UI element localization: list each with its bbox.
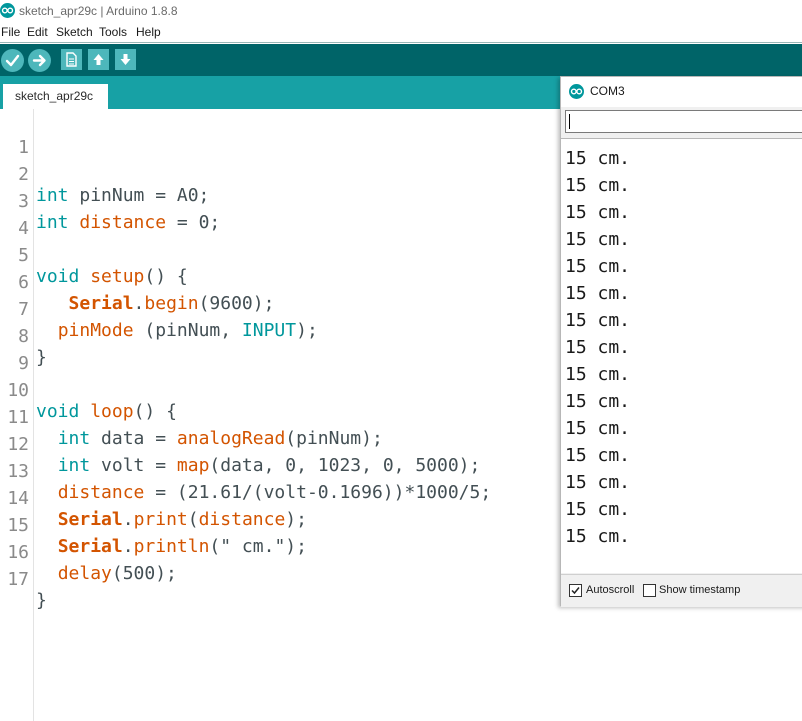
serial-output-line: 15 cm.: [565, 283, 631, 304]
toolbar: [0, 44, 802, 76]
serial-output-line: 15 cm.: [565, 391, 631, 412]
autoscroll-label[interactable]: Autoscroll: [586, 584, 634, 596]
arduino-logo-icon: [0, 3, 15, 18]
menu-bar: File Edit Sketch Tools Help: [0, 24, 802, 43]
tab-sketch[interactable]: sketch_apr29c: [3, 84, 108, 109]
serial-output-line: 15 cm.: [565, 418, 631, 439]
code-line: 14 Serial.print(distance);: [0, 467, 560, 530]
serial-output-line: 15 cm.: [565, 337, 631, 358]
serial-output-line: 15 cm.: [565, 148, 631, 169]
checkmark-icon: [571, 587, 580, 595]
serial-output-line: 15 cm.: [565, 526, 631, 547]
verify-button[interactable]: [1, 49, 24, 72]
code-line: 12 int volt = map(data, 0, 1023, 0, 5000…: [0, 413, 560, 476]
show-timestamp-label[interactable]: Show timestamp: [659, 584, 740, 596]
code-line: 13 distance = (21.61/(volt-0.1696))*1000…: [0, 440, 560, 503]
text-caret: [569, 114, 570, 129]
code-line: 7 pinMode (pinNum, INPUT);: [0, 278, 560, 341]
title-bar: sketch_apr29c | Arduino 1.8.8: [0, 0, 802, 24]
tab-label: sketch_apr29c: [15, 89, 94, 103]
window-title: sketch_apr29c | Arduino 1.8.8: [19, 4, 178, 18]
code-line: 15 Serial.println(" cm.");: [0, 494, 560, 557]
serial-port-title: COM3: [590, 84, 625, 98]
serial-output-line: 15 cm.: [565, 202, 631, 223]
open-arrow-up-icon: [93, 54, 104, 65]
code-line: 2 int pinNum = A0;: [0, 143, 560, 206]
serial-monitor-titlebar[interactable]: COM3: [561, 77, 802, 107]
serial-send-input[interactable]: [565, 110, 802, 133]
code-line: 10 void loop() {: [0, 359, 560, 422]
menu-help[interactable]: Help: [136, 25, 161, 39]
serial-output-line: 15 cm.: [565, 310, 631, 331]
line-number: 17: [7, 569, 29, 590]
code-line: 4: [0, 197, 560, 239]
serial-output-line: 15 cm.: [565, 256, 631, 277]
code-line: 8 }: [0, 305, 560, 368]
menu-edit[interactable]: Edit: [27, 25, 48, 39]
code-line: 6 Serial.begin(9600);: [0, 251, 560, 314]
serial-output-line: 15 cm.: [565, 175, 631, 196]
code-line: 3 int distance = 0;: [0, 170, 560, 233]
code-line: 11 int data = analogRead(pinNum);: [0, 386, 560, 449]
menu-file[interactable]: File: [1, 25, 20, 39]
code-line: 9: [0, 332, 560, 374]
new-sketch-button[interactable]: [61, 49, 82, 70]
code-line: 1: [0, 116, 560, 158]
save-arrow-down-icon: [120, 54, 131, 65]
serial-output-area[interactable]: 15 cm. 15 cm. 15 cm. 15 cm. 15 cm. 15 cm…: [561, 138, 802, 573]
serial-output-line: 15 cm.: [565, 472, 631, 493]
serial-output-line: 15 cm.: [565, 364, 631, 385]
serial-output-line: 15 cm.: [565, 445, 631, 466]
code-line: 16 delay(500);: [0, 521, 560, 584]
open-sketch-button[interactable]: [88, 49, 109, 70]
show-timestamp-checkbox[interactable]: [643, 584, 656, 597]
serial-output-line: 15 cm.: [565, 229, 631, 250]
arduino-logo-icon: [569, 84, 584, 99]
code-line: 17 }: [0, 548, 560, 611]
new-file-icon: [66, 52, 77, 67]
serial-output-line: 15 cm.: [565, 499, 631, 520]
serial-monitor-window: COM3 15 cm. 15 cm. 15 cm. 15 cm. 15 cm. …: [560, 76, 802, 607]
code-line: 5 void setup() {: [0, 224, 560, 287]
verify-icon: [5, 54, 20, 67]
autoscroll-checkbox[interactable]: [569, 584, 582, 597]
serial-monitor-footer: Autoscroll Show timestamp: [561, 574, 802, 607]
menu-tools[interactable]: Tools: [99, 25, 127, 39]
save-sketch-button[interactable]: [115, 49, 136, 70]
upload-button[interactable]: [28, 49, 51, 72]
upload-arrow-icon: [32, 54, 46, 67]
menu-sketch[interactable]: Sketch: [56, 25, 93, 39]
